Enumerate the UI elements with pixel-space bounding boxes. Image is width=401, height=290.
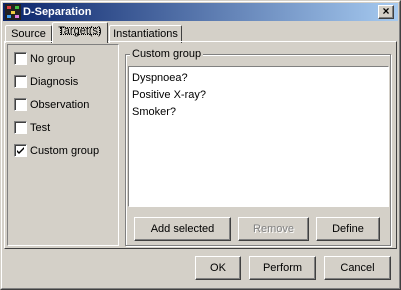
checkbox-box[interactable] [14,121,27,134]
checkbox-label: Test [30,122,51,134]
checkbox-box[interactable] [14,75,27,88]
close-button[interactable]: × [378,5,394,19]
checkbox-label: Observation [30,99,90,111]
define-button[interactable]: Define [316,217,380,241]
close-icon: × [382,4,390,18]
custom-group-list[interactable]: Dyspnoea? Positive X-ray? Smoker? [128,66,389,207]
list-item[interactable]: Dyspnoea? [132,71,188,85]
tab-targets-label: Target(s) [58,25,102,37]
checkbox-label: Diagnosis [30,76,79,88]
list-item[interactable]: Positive X-ray? [132,88,206,102]
remove-button[interactable]: Remove [238,217,309,241]
cancel-button[interactable]: Cancel [324,256,391,280]
add-selected-button[interactable]: Add selected [134,217,231,241]
custom-group-title: Custom group [130,47,204,61]
checkmark-icon [17,147,24,154]
checkbox-box[interactable] [14,98,27,111]
ok-button[interactable]: OK [195,256,241,280]
checkbox-label: Custom group [30,145,100,157]
app-icon [5,4,21,20]
checkbox-label: No group [30,53,76,65]
list-item[interactable]: Smoker? [132,105,176,119]
window-title: D-Separation [23,6,92,18]
tab-targets[interactable]: Target(s) [52,22,108,43]
checkbox-box[interactable] [14,52,27,65]
checkbox-box[interactable] [14,144,27,157]
perform-button[interactable]: Perform [249,256,316,280]
